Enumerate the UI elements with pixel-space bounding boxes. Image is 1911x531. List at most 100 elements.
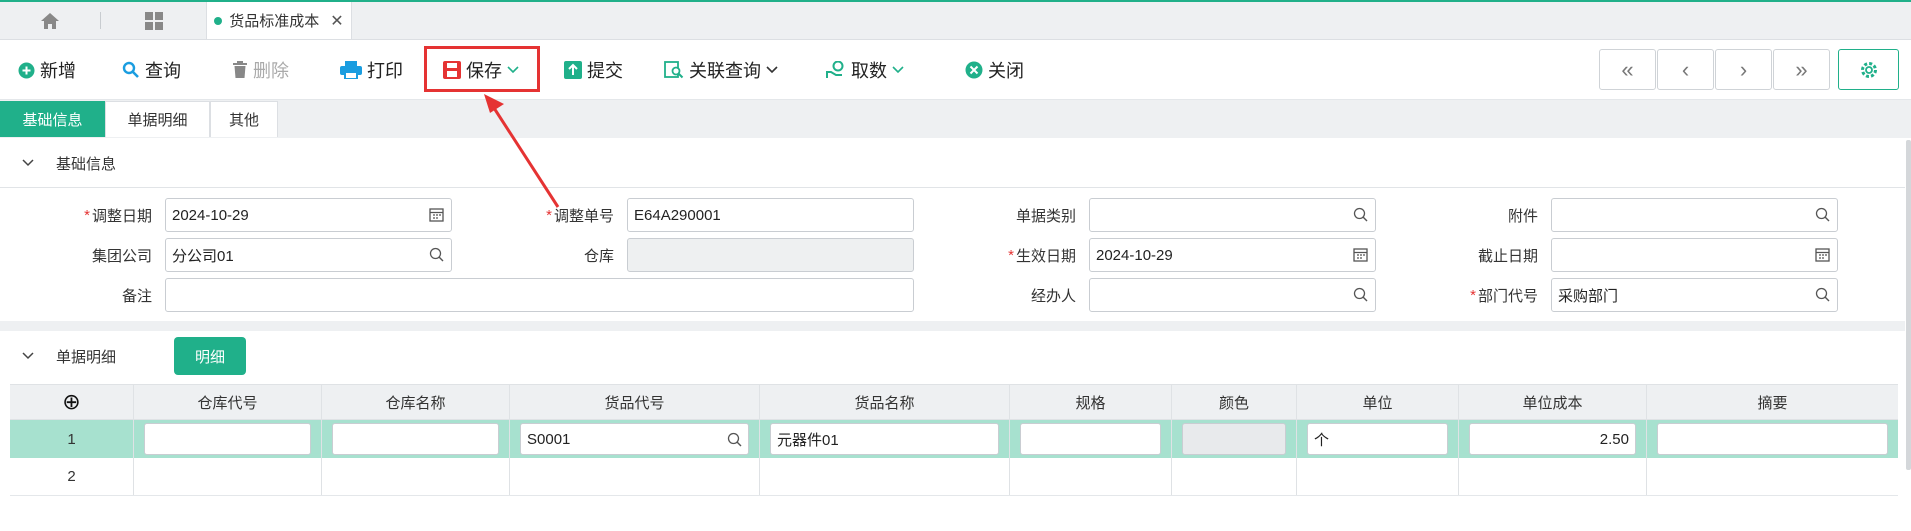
print-button[interactable]: 打印 [340, 50, 403, 90]
effective-date-field[interactable]: 2024-10-29 [1089, 238, 1376, 272]
cell-warehouse-code[interactable] [134, 458, 322, 495]
item-code-input[interactable]: S0001 [520, 423, 749, 455]
tab-other[interactable]: 其他 [210, 101, 278, 137]
add-row-button[interactable]: ⊕ [10, 385, 134, 419]
apps-button[interactable] [101, 2, 206, 39]
col-warehouse-code: 仓库代号 [134, 385, 322, 419]
last-record-button[interactable]: » [1773, 49, 1830, 90]
cell-unit-cost[interactable] [1459, 458, 1647, 495]
related-query-button[interactable]: 关联查询 [664, 50, 778, 90]
close-tab-icon[interactable]: ✕ [330, 11, 343, 31]
query-label: 查询 [145, 61, 181, 81]
cell-spec[interactable] [1010, 458, 1172, 495]
attachment-field[interactable] [1551, 198, 1838, 232]
delete-button[interactable]: 删除 [232, 50, 289, 90]
remark-field[interactable] [165, 278, 914, 312]
handler-label: 经办人 [1030, 287, 1076, 305]
plus-circle-icon [18, 62, 35, 78]
adjust-date-label: * 调整日期 [84, 206, 152, 225]
search-icon[interactable] [429, 247, 444, 262]
cell-item-code: S0001 [510, 420, 760, 458]
detail-title: 单据明细 [56, 348, 117, 366]
close-circle-icon [965, 61, 983, 79]
chevron-down-icon [892, 66, 904, 74]
adjust-no-field[interactable]: E64A290001 [627, 198, 914, 232]
handler-field[interactable] [1089, 278, 1376, 312]
cell-summary[interactable] [1647, 458, 1898, 495]
cell-warehouse-name[interactable] [322, 458, 510, 495]
close-button[interactable]: 关闭 [965, 50, 1024, 90]
next-record-button[interactable]: › [1715, 49, 1772, 90]
col-unit-cost: 单位成本 [1459, 385, 1647, 419]
gear-icon [1860, 61, 1877, 78]
doc-type-field[interactable] [1089, 198, 1376, 232]
doc-search-icon [664, 61, 684, 79]
hand-coin-icon [826, 61, 844, 78]
dept-field[interactable]: 采购部门 [1551, 278, 1838, 312]
adjust-date-field[interactable]: 2024-10-29 [165, 198, 452, 232]
search-icon[interactable] [1353, 207, 1368, 222]
item-name-input[interactable]: 元器件01 [770, 423, 999, 455]
attachment-label: 附件 [1507, 207, 1538, 225]
tab-basic-info[interactable]: 基础信息 [0, 101, 105, 137]
submit-label: 提交 [587, 61, 623, 81]
warehouse-name-input[interactable] [332, 423, 499, 455]
summary-input[interactable] [1657, 423, 1888, 455]
search-icon[interactable] [727, 432, 742, 447]
tab-standard-cost[interactable]: 货品标准成本 ✕ [206, 2, 352, 39]
dept-label: * 部门代号 [1470, 286, 1538, 305]
close-label: 关闭 [988, 61, 1024, 81]
submit-button[interactable]: 提交 [564, 50, 623, 90]
search-icon[interactable] [1815, 207, 1830, 222]
fetch-button[interactable]: 取数 [826, 50, 904, 90]
print-label: 打印 [367, 61, 403, 81]
upload-icon [564, 61, 582, 79]
record-navigation: « ‹ › » [1599, 49, 1831, 90]
spec-input[interactable] [1020, 423, 1161, 455]
home-icon [41, 12, 59, 29]
col-item-code: 货品代号 [510, 385, 760, 419]
cell-spec [1010, 420, 1172, 458]
col-warehouse-name: 仓库名称 [322, 385, 510, 419]
query-button[interactable]: 查询 [122, 50, 181, 90]
doc-type-label: 单据类别 [1015, 207, 1076, 225]
unit-cost-input[interactable]: 2.50 [1469, 423, 1636, 455]
detail-header[interactable]: 单据明细 [0, 331, 1905, 381]
warehouse-code-input[interactable] [144, 423, 311, 455]
section-tabs [0, 100, 1911, 138]
unit-input[interactable]: 个 [1307, 423, 1448, 455]
company-field[interactable]: 分公司01 [165, 238, 452, 272]
calendar-icon[interactable] [429, 207, 444, 222]
end-date-field[interactable] [1551, 238, 1838, 272]
cell-unit[interactable] [1297, 458, 1459, 495]
calendar-icon[interactable] [1815, 247, 1830, 262]
tab-doc-detail[interactable]: 单据明细 [105, 101, 210, 137]
chevron-down-icon [22, 159, 34, 167]
first-record-button[interactable]: « [1599, 49, 1656, 90]
col-summary: 摘要 [1757, 394, 1788, 412]
new-button[interactable]: 新增 [18, 50, 76, 90]
tab-bar: 货品标准成本 ✕ [0, 0, 1911, 40]
search-icon[interactable] [1815, 287, 1830, 302]
section-divider [0, 187, 1905, 188]
cell-summary [1647, 420, 1898, 458]
end-date-label: 截止日期 [1477, 247, 1538, 265]
settings-button[interactable] [1838, 49, 1899, 90]
basic-info-title: 基础信息 [56, 155, 117, 173]
prev-record-button[interactable]: ‹ [1657, 49, 1714, 90]
search-icon[interactable] [1353, 287, 1368, 302]
chevron-down-icon [766, 66, 778, 74]
table-row[interactable]: 1 S0001 元器件01 个 2.50 [10, 420, 1898, 458]
adjust-no-label: * 调整单号 [546, 206, 614, 225]
cell-color[interactable] [1172, 458, 1297, 495]
basic-info-header[interactable]: 基础信息 [0, 138, 1905, 188]
cell-item-code[interactable] [510, 458, 760, 495]
calendar-icon[interactable] [1353, 247, 1368, 262]
grid-header-row: ⊕ 仓库代号 仓库名称 货品代号 货品名称 规格 颜色 单位 单位成本 摘要 [10, 384, 1898, 420]
cell-item-name[interactable] [760, 458, 1010, 495]
detail-button[interactable]: 明细 [174, 337, 246, 375]
cell-warehouse-code [134, 420, 322, 458]
vertical-scrollbar[interactable] [1906, 140, 1911, 470]
table-row[interactable]: 2 [10, 458, 1898, 496]
home-button[interactable] [0, 2, 100, 39]
